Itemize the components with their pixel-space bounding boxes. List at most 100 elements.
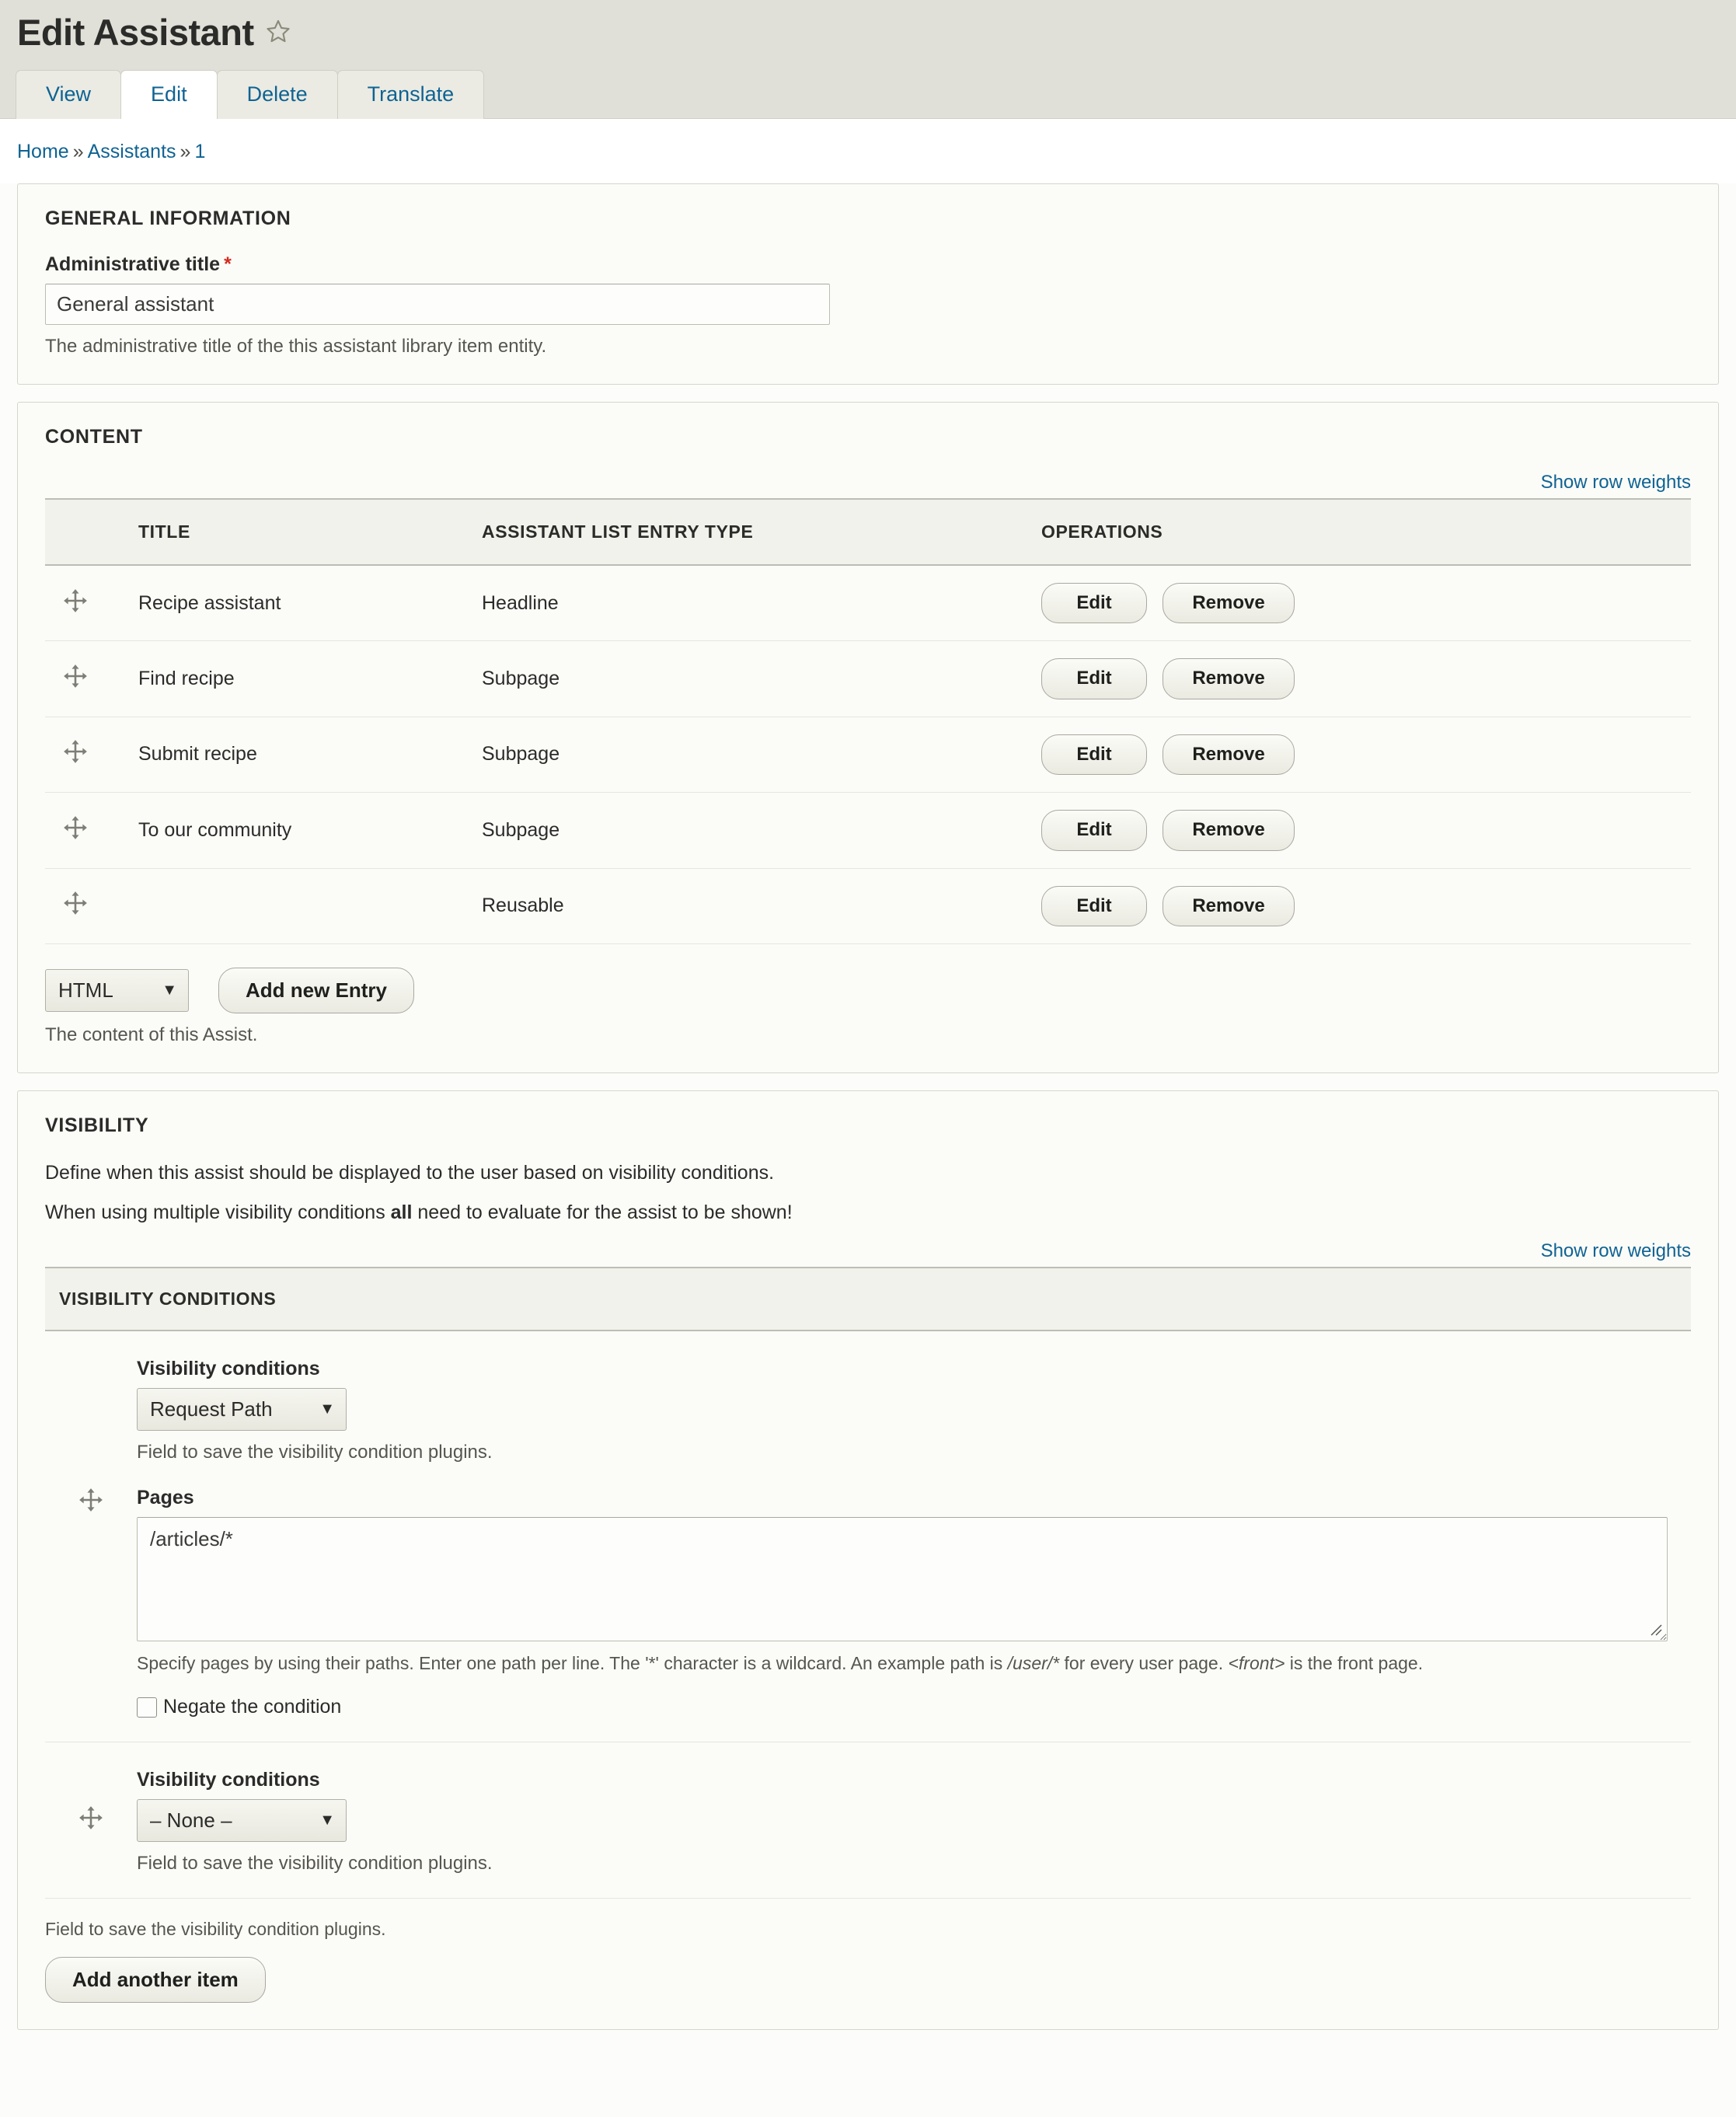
administrative-title-label-text: Administrative title [45, 253, 221, 275]
tab-view[interactable]: View [16, 70, 122, 119]
row-title: Recipe assistant [109, 565, 474, 642]
pages-helptext: Specify pages by using their paths. Ente… [137, 1651, 1668, 1676]
tab-delete[interactable]: Delete [216, 70, 338, 119]
chevron-down-icon: ▼ [162, 981, 177, 999]
visibility-intro-line-2: When using multiple visibility condition… [45, 1200, 1691, 1226]
show-row-weights-link-visibility[interactable]: Show row weights [1541, 1240, 1691, 1261]
table-row: Recipe assistant Headline Edit Remove [45, 565, 1691, 642]
row-entry-type: Subpage [474, 792, 1034, 869]
row-title: Find recipe [109, 640, 474, 717]
negate-condition-row[interactable]: Negate the condition [137, 1696, 1668, 1718]
column-header-entry-type: Assistant list entry type [482, 521, 754, 542]
visibility-intro-line-1: Define when this assist should be displa… [45, 1161, 775, 1184]
visibility-conditions-fieldset: Visibility conditions Visibility conditi… [45, 1267, 1691, 1899]
table-row: To our community Subpage Edit Remove [45, 792, 1691, 869]
visibility-condition-item: Visibility conditions – None – ▼ Field t… [45, 1742, 1691, 1899]
row-entry-type: Subpage [474, 640, 1034, 717]
add-entry-row: HTML ▼ Add new Entry [45, 967, 1691, 1013]
entry-type-select-value: HTML [58, 978, 113, 1002]
add-another-item-row: Add another item [45, 1957, 1691, 2003]
row-drag-cell[interactable] [45, 868, 109, 944]
drag-handle-icon[interactable] [62, 588, 89, 614]
page-header: Edit Assistant View Edit Delete Translat… [0, 0, 1736, 119]
column-header-title: Title [138, 521, 190, 542]
remove-button[interactable]: Remove [1163, 658, 1295, 699]
drag-handle-icon[interactable] [62, 738, 89, 765]
row-operations: Edit Remove [1034, 640, 1691, 717]
pages-label: Pages [137, 1487, 194, 1509]
tab-edit[interactable]: Edit [120, 70, 218, 119]
required-marker: * [224, 253, 232, 275]
page-title-row: Edit Assistant [0, 14, 1736, 69]
row-drag-cell[interactable] [45, 792, 109, 869]
visibility-conditions-label: Visibility conditions [137, 1769, 320, 1791]
pages-textarea[interactable]: /articles/* [137, 1517, 1668, 1642]
visibility-conditions-select-description: Field to save the visibility condition p… [137, 1442, 493, 1463]
visibility-conditions-select-value: – None – [150, 1808, 232, 1833]
visibility-conditions-select[interactable]: – None – ▼ [137, 1799, 347, 1843]
drag-handle-icon[interactable] [62, 814, 89, 841]
general-information-title: General information [45, 208, 291, 229]
chevron-down-icon: ▼ [319, 1400, 335, 1418]
table-row: Submit recipe Subpage Edit Remove [45, 717, 1691, 793]
administrative-title-label: Administrative title * [45, 253, 1691, 276]
visibility-intro-2-bold: all [390, 1201, 413, 1224]
pages-helptext-example-user: /user/* [1007, 1653, 1060, 1674]
row-operations: Edit Remove [1034, 792, 1691, 869]
condition-drag-cell[interactable] [45, 1358, 137, 1513]
visibility-condition-body: Visibility conditions – None – ▼ Field t… [137, 1769, 1691, 1875]
administrative-title-input[interactable] [45, 284, 830, 325]
tab-translate[interactable]: Translate [336, 70, 485, 119]
row-entry-type: Reusable [474, 868, 1034, 944]
show-row-weights-link-content[interactable]: Show row weights [1541, 472, 1691, 493]
drag-handle-icon[interactable] [62, 890, 89, 916]
table-row: Reusable Edit Remove [45, 868, 1691, 944]
breadcrumb: Home» Assistants» 1 [0, 119, 1736, 183]
chevron-down-icon: ▼ [319, 1812, 335, 1829]
remove-button[interactable]: Remove [1163, 810, 1295, 851]
breadcrumb-item-assistants[interactable]: Assistants [88, 141, 176, 162]
content-panel: Content Show row weights Title Assistant… [17, 402, 1719, 1073]
edit-button[interactable]: Edit [1041, 583, 1147, 624]
column-header-operations: Operations [1041, 521, 1163, 542]
row-drag-cell[interactable] [45, 717, 109, 793]
pages-helptext-mid: for every user page. [1059, 1653, 1229, 1674]
breadcrumb-item-home[interactable]: Home [17, 141, 69, 162]
breadcrumb-item-current[interactable]: 1 [194, 141, 205, 162]
column-header-drag [45, 499, 109, 565]
visibility-footer-description: Field to save the visibility condition p… [45, 1919, 386, 1940]
visibility-title: Visibility [45, 1114, 149, 1136]
row-operations: Edit Remove [1034, 565, 1691, 642]
remove-button[interactable]: Remove [1163, 734, 1295, 776]
visibility-condition-item: Visibility conditions Request Path ▼ Fie… [45, 1331, 1691, 1743]
row-title [109, 868, 474, 944]
content-table-head: Title Assistant list entry type Operatio… [45, 499, 1691, 565]
drag-handle-icon[interactable] [62, 663, 89, 689]
row-drag-cell[interactable] [45, 640, 109, 717]
drag-handle-icon[interactable] [78, 1805, 104, 1831]
remove-button[interactable]: Remove [1163, 583, 1295, 624]
page-title: Edit Assistant [17, 12, 254, 53]
visibility-conditions-label: Visibility conditions [137, 1358, 320, 1380]
drag-handle-icon[interactable] [78, 1487, 104, 1513]
row-drag-cell[interactable] [45, 565, 109, 642]
edit-button[interactable]: Edit [1041, 734, 1147, 776]
condition-drag-cell[interactable] [45, 1805, 137, 1831]
negate-condition-checkbox[interactable] [137, 1697, 157, 1718]
primary-tabs: View Edit Delete Translate [0, 69, 1736, 119]
visibility-conditions-select[interactable]: Request Path ▼ [137, 1388, 347, 1432]
content-table: Title Assistant list entry type Operatio… [45, 498, 1691, 944]
star-outline-icon[interactable] [265, 18, 291, 47]
add-new-entry-button[interactable]: Add new Entry [218, 967, 415, 1013]
content-description: The content of this Assist. [45, 1024, 258, 1045]
edit-button[interactable]: Edit [1041, 810, 1147, 851]
row-operations: Edit Remove [1034, 868, 1691, 944]
pages-helptext-post: is the front page. [1285, 1653, 1424, 1674]
entry-type-select[interactable]: HTML ▼ [45, 968, 189, 1012]
visibility-conditions-select-value: Request Path [150, 1397, 273, 1421]
add-another-item-button[interactable]: Add another item [45, 1957, 266, 2003]
edit-button[interactable]: Edit [1041, 885, 1147, 926]
remove-button[interactable]: Remove [1163, 885, 1295, 926]
edit-button[interactable]: Edit [1041, 658, 1147, 699]
administrative-title-description: The administrative title of the this ass… [45, 336, 547, 357]
